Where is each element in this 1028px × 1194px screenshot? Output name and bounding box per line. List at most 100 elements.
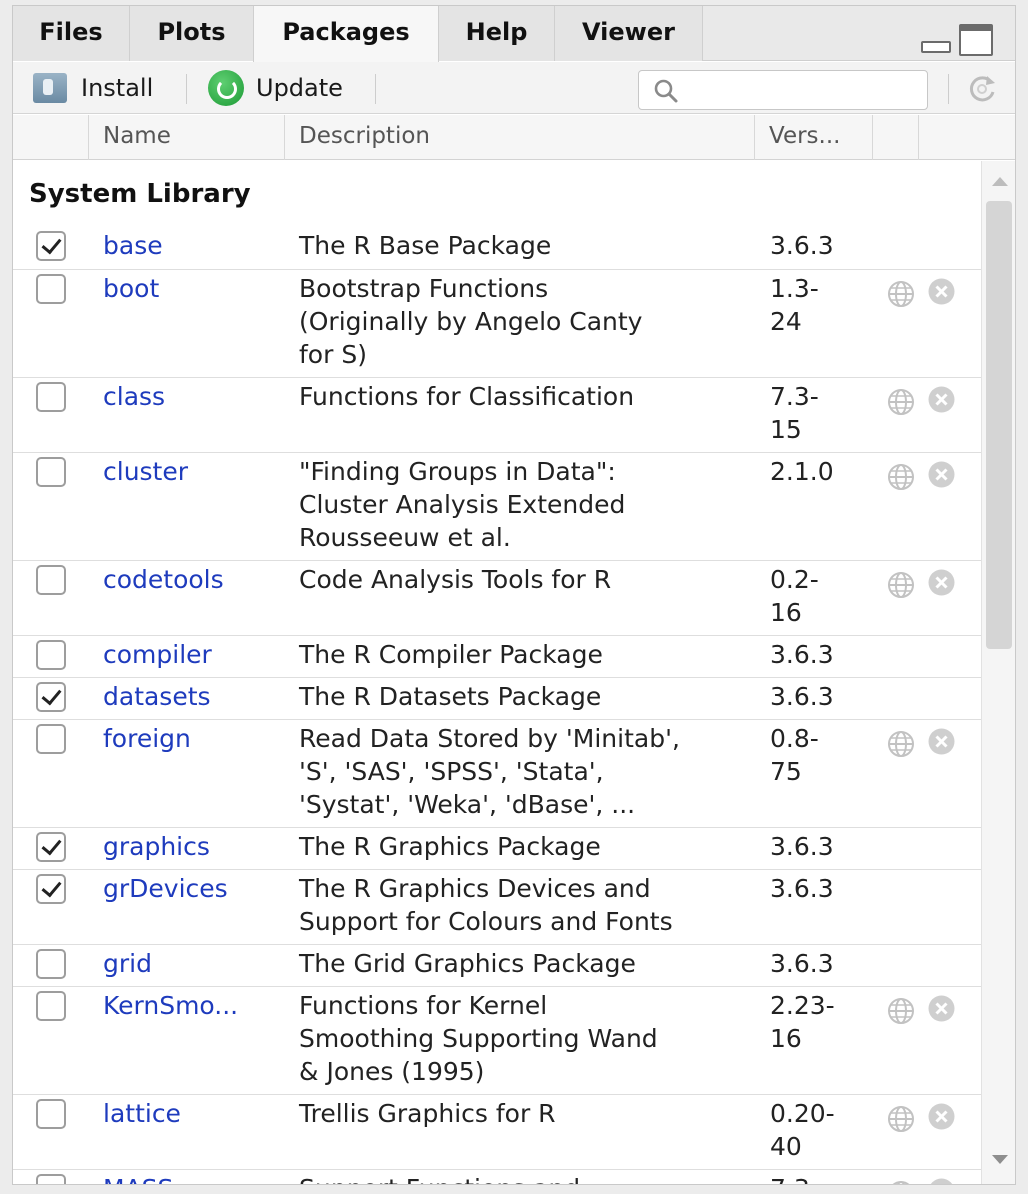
remove-package-icon[interactable]	[927, 1102, 956, 1131]
package-description-line: (Originally by Angelo Canty	[299, 307, 643, 336]
package-description: Functions for Classification	[299, 380, 751, 413]
package-row-graphics: graphics The R Graphics Package 3.6.3	[13, 827, 981, 869]
package-loaded-checkbox[interactable]	[36, 565, 66, 595]
package-loaded-checkbox[interactable]	[36, 724, 66, 754]
scroll-up-arrow-icon[interactable]	[992, 177, 1008, 186]
remove-package-icon[interactable]	[927, 568, 956, 597]
scrollbar-thumb[interactable]	[986, 201, 1012, 649]
package-website-globe-icon[interactable]	[887, 1180, 915, 1185]
package-description-line: The R Base Package	[299, 231, 552, 260]
package-loaded-checkbox[interactable]	[36, 457, 66, 487]
package-name-link[interactable]: datasets	[103, 680, 279, 713]
remove-package-icon[interactable]	[927, 994, 956, 1023]
tab-help[interactable]: Help	[439, 6, 555, 61]
remove-package-icon[interactable]	[927, 385, 956, 414]
install-box-icon	[33, 73, 67, 103]
package-name-link[interactable]: grid	[103, 947, 279, 980]
package-website-globe-icon[interactable]	[887, 388, 915, 416]
tab-files[interactable]: Files	[13, 6, 130, 61]
scroll-down-arrow-icon[interactable]	[992, 1155, 1008, 1164]
package-description-line: The R Graphics Devices and	[299, 874, 651, 903]
package-website-globe-icon[interactable]	[887, 280, 915, 308]
package-name-link[interactable]: codetools	[103, 563, 279, 596]
package-loaded-checkbox[interactable]	[36, 382, 66, 412]
package-website-globe-icon[interactable]	[887, 730, 915, 758]
package-loaded-checkbox[interactable]	[36, 1174, 66, 1184]
package-row-kernsmo: KernSmo... Functions for Kernel Smoothing …	[13, 986, 981, 1094]
remove-package-icon[interactable]	[927, 277, 956, 306]
package-name-link[interactable]: base	[103, 229, 279, 262]
package-loaded-checkbox[interactable]	[36, 231, 66, 261]
maximize-pane-icon[interactable]	[959, 24, 993, 56]
package-name-link[interactable]: KernSmo...	[103, 989, 279, 1022]
package-name-link[interactable]: foreign	[103, 722, 279, 755]
package-description: The R Graphics Package	[299, 830, 751, 863]
package-name-link[interactable]: compiler	[103, 638, 279, 671]
package-loaded-checkbox[interactable]	[36, 640, 66, 670]
package-description-line: Functions for Kernel	[299, 991, 548, 1020]
package-row-boot: boot Bootstrap Functions (Originally by An…	[13, 269, 981, 377]
package-website-globe-icon[interactable]	[887, 997, 915, 1025]
column-header-description[interactable]: Description	[285, 115, 755, 160]
package-name-link[interactable]: MASS	[103, 1172, 279, 1184]
refresh-icon[interactable]	[965, 72, 999, 106]
column-header-loaded[interactable]	[13, 115, 89, 160]
package-version-line: 2.1.0	[770, 457, 834, 486]
package-description: Functions for Kernel Smoothing Supporting…	[299, 989, 751, 1088]
search-icon	[654, 79, 678, 103]
package-loaded-checkbox[interactable]	[36, 274, 66, 304]
package-version-line: 3.6.3	[770, 949, 834, 978]
package-description: Read Data Stored by 'Minitab', 'S', 'SAS'…	[299, 722, 751, 821]
package-name-link[interactable]: graphics	[103, 830, 279, 863]
package-loaded-checkbox[interactable]	[36, 1099, 66, 1129]
package-name-link[interactable]: lattice	[103, 1097, 279, 1130]
package-website-globe-icon[interactable]	[887, 463, 915, 491]
package-description-line: Cluster Analysis Extended	[299, 490, 626, 519]
tab-packages[interactable]: Packages	[253, 6, 439, 62]
package-name-link[interactable]: grDevices	[103, 872, 279, 905]
package-row-lattice: lattice Trellis Graphics for R 0.20- 40	[13, 1094, 981, 1169]
package-loaded-checkbox[interactable]	[36, 949, 66, 979]
remove-package-icon[interactable]	[927, 727, 956, 756]
package-version: 7.3- 15	[770, 380, 862, 446]
package-description-line: The R Compiler Package	[299, 640, 603, 669]
package-loaded-checkbox[interactable]	[36, 832, 66, 862]
update-label: Update	[256, 74, 343, 102]
update-button[interactable]: Update	[208, 62, 343, 114]
package-description-line: Functions for Classification	[299, 382, 635, 411]
column-header-name[interactable]: Name	[89, 115, 285, 160]
search-input[interactable]	[687, 75, 917, 105]
package-description-line: The R Graphics Package	[299, 832, 601, 861]
package-name-link[interactable]: boot	[103, 272, 279, 305]
package-search-box[interactable]	[638, 70, 928, 110]
package-version-line: 0.20-	[770, 1099, 835, 1128]
package-name-link[interactable]: cluster	[103, 455, 279, 488]
column-header-version[interactable]: Vers...	[755, 115, 873, 160]
package-website-globe-icon[interactable]	[887, 1105, 915, 1133]
package-version-line: 7.3-	[770, 382, 819, 411]
package-loaded-checkbox[interactable]	[36, 682, 66, 712]
package-loaded-checkbox[interactable]	[36, 874, 66, 904]
package-version-line: 15	[770, 415, 802, 444]
package-version-line: 40	[770, 1132, 802, 1161]
tab-viewer[interactable]: Viewer	[555, 6, 703, 61]
packages-toolbar: Install Update	[13, 62, 1015, 114]
package-description: Trellis Graphics for R	[299, 1097, 751, 1130]
package-name-link[interactable]: class	[103, 380, 279, 413]
section-title-system-library: System Library	[29, 179, 251, 209]
vertical-scrollbar[interactable]	[981, 161, 1015, 1184]
package-loaded-checkbox[interactable]	[36, 991, 66, 1021]
remove-package-icon[interactable]	[927, 1177, 956, 1185]
package-version-line: 0.2-	[770, 565, 819, 594]
minimize-pane-icon[interactable]	[919, 24, 951, 53]
column-header-website[interactable]	[873, 115, 919, 160]
package-rows: base The R Base Package 3.6.3 boot Bootstrap…	[13, 227, 981, 1185]
tab-plots[interactable]: Plots	[130, 6, 254, 61]
package-version: 7.3-	[770, 1172, 862, 1184]
remove-package-icon[interactable]	[927, 460, 956, 489]
column-header-remove[interactable]	[919, 115, 1015, 160]
package-version-line: 1.3-	[770, 274, 819, 303]
package-version-line: 7.3-	[770, 1172, 862, 1184]
package-website-globe-icon[interactable]	[887, 571, 915, 599]
install-button[interactable]: Install	[33, 62, 153, 114]
